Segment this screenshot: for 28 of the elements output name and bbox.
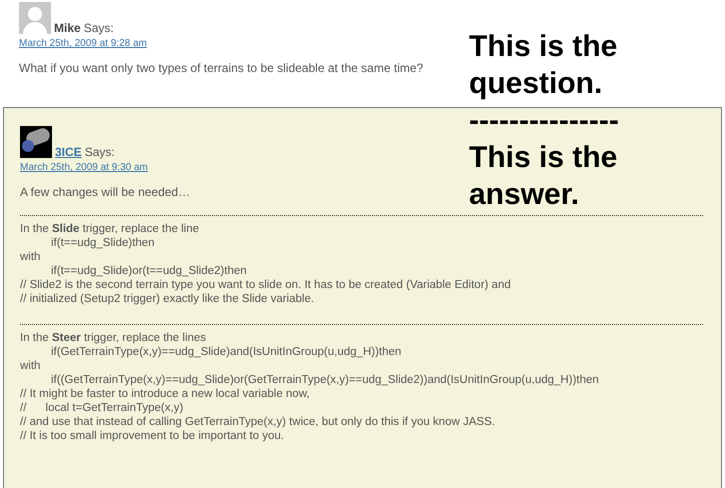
text-line: // initialized (Setup2 trigger) exactly like the Slide variable.: [20, 292, 316, 306]
text-line: with: [20, 250, 42, 264]
avatar-image: [20, 126, 52, 158]
annotation-text: answer.: [469, 177, 580, 213]
code-line: if(GetTerrainType(x,y)==udg_Slide)and(IsUnitInGroup(u,udg_H))then: [50, 345, 402, 359]
text-line: In the Steer trigger, replace the lines: [20, 331, 208, 345]
text-line: // and use that instead of calling GetTerrainType(x,y) twice, but only do this if you know JASS.: [20, 415, 496, 429]
text-line: // It is too small improvement to be important to you.: [20, 429, 285, 443]
author-name: Mike: [54, 22, 81, 34]
annotation-text: This is the: [469, 140, 618, 176]
annotation-text: ---------------: [469, 103, 619, 139]
author-link[interactable]: 3ICE: [55, 146, 82, 158]
says-label: Says:: [84, 22, 114, 34]
code-line: if(t==udg_Slide)or(t==udg_Slide2)then: [50, 264, 248, 278]
comment-date-link[interactable]: March 25th, 2009 at 9:30 am: [20, 160, 148, 175]
code-line: if((GetTerrainType(x,y)==udg_Slide)or(GetTerrainType(x,y)==udg_Slide2))and(IsUnitInGroup(u,udg_H))then: [50, 373, 600, 387]
text-line: In the Slide trigger, replace the line: [20, 222, 200, 236]
code-line: if(t==udg_Slide)then: [50, 236, 156, 250]
annotation-text: question.: [469, 66, 602, 102]
comment-date-link[interactable]: March 25th, 2009 at 9:28 am: [19, 36, 147, 51]
text-line: // Slide2 is the second terrain type you want to slide on. It has to be created (Variable Editor) and: [20, 278, 512, 292]
text-line: with: [20, 359, 42, 373]
annotation-text: This is the: [469, 29, 618, 65]
text-line: // It might be faster to introduce a new local variable now,: [20, 387, 311, 401]
comment-text: What if you want only two types of terrains to be slideable at the same time?: [19, 60, 424, 77]
text-line: // local t=GetTerrainType(x,y): [20, 401, 184, 415]
says-label: Says:: [84, 146, 115, 158]
comment-text: A few changes will be needed…: [20, 184, 190, 201]
